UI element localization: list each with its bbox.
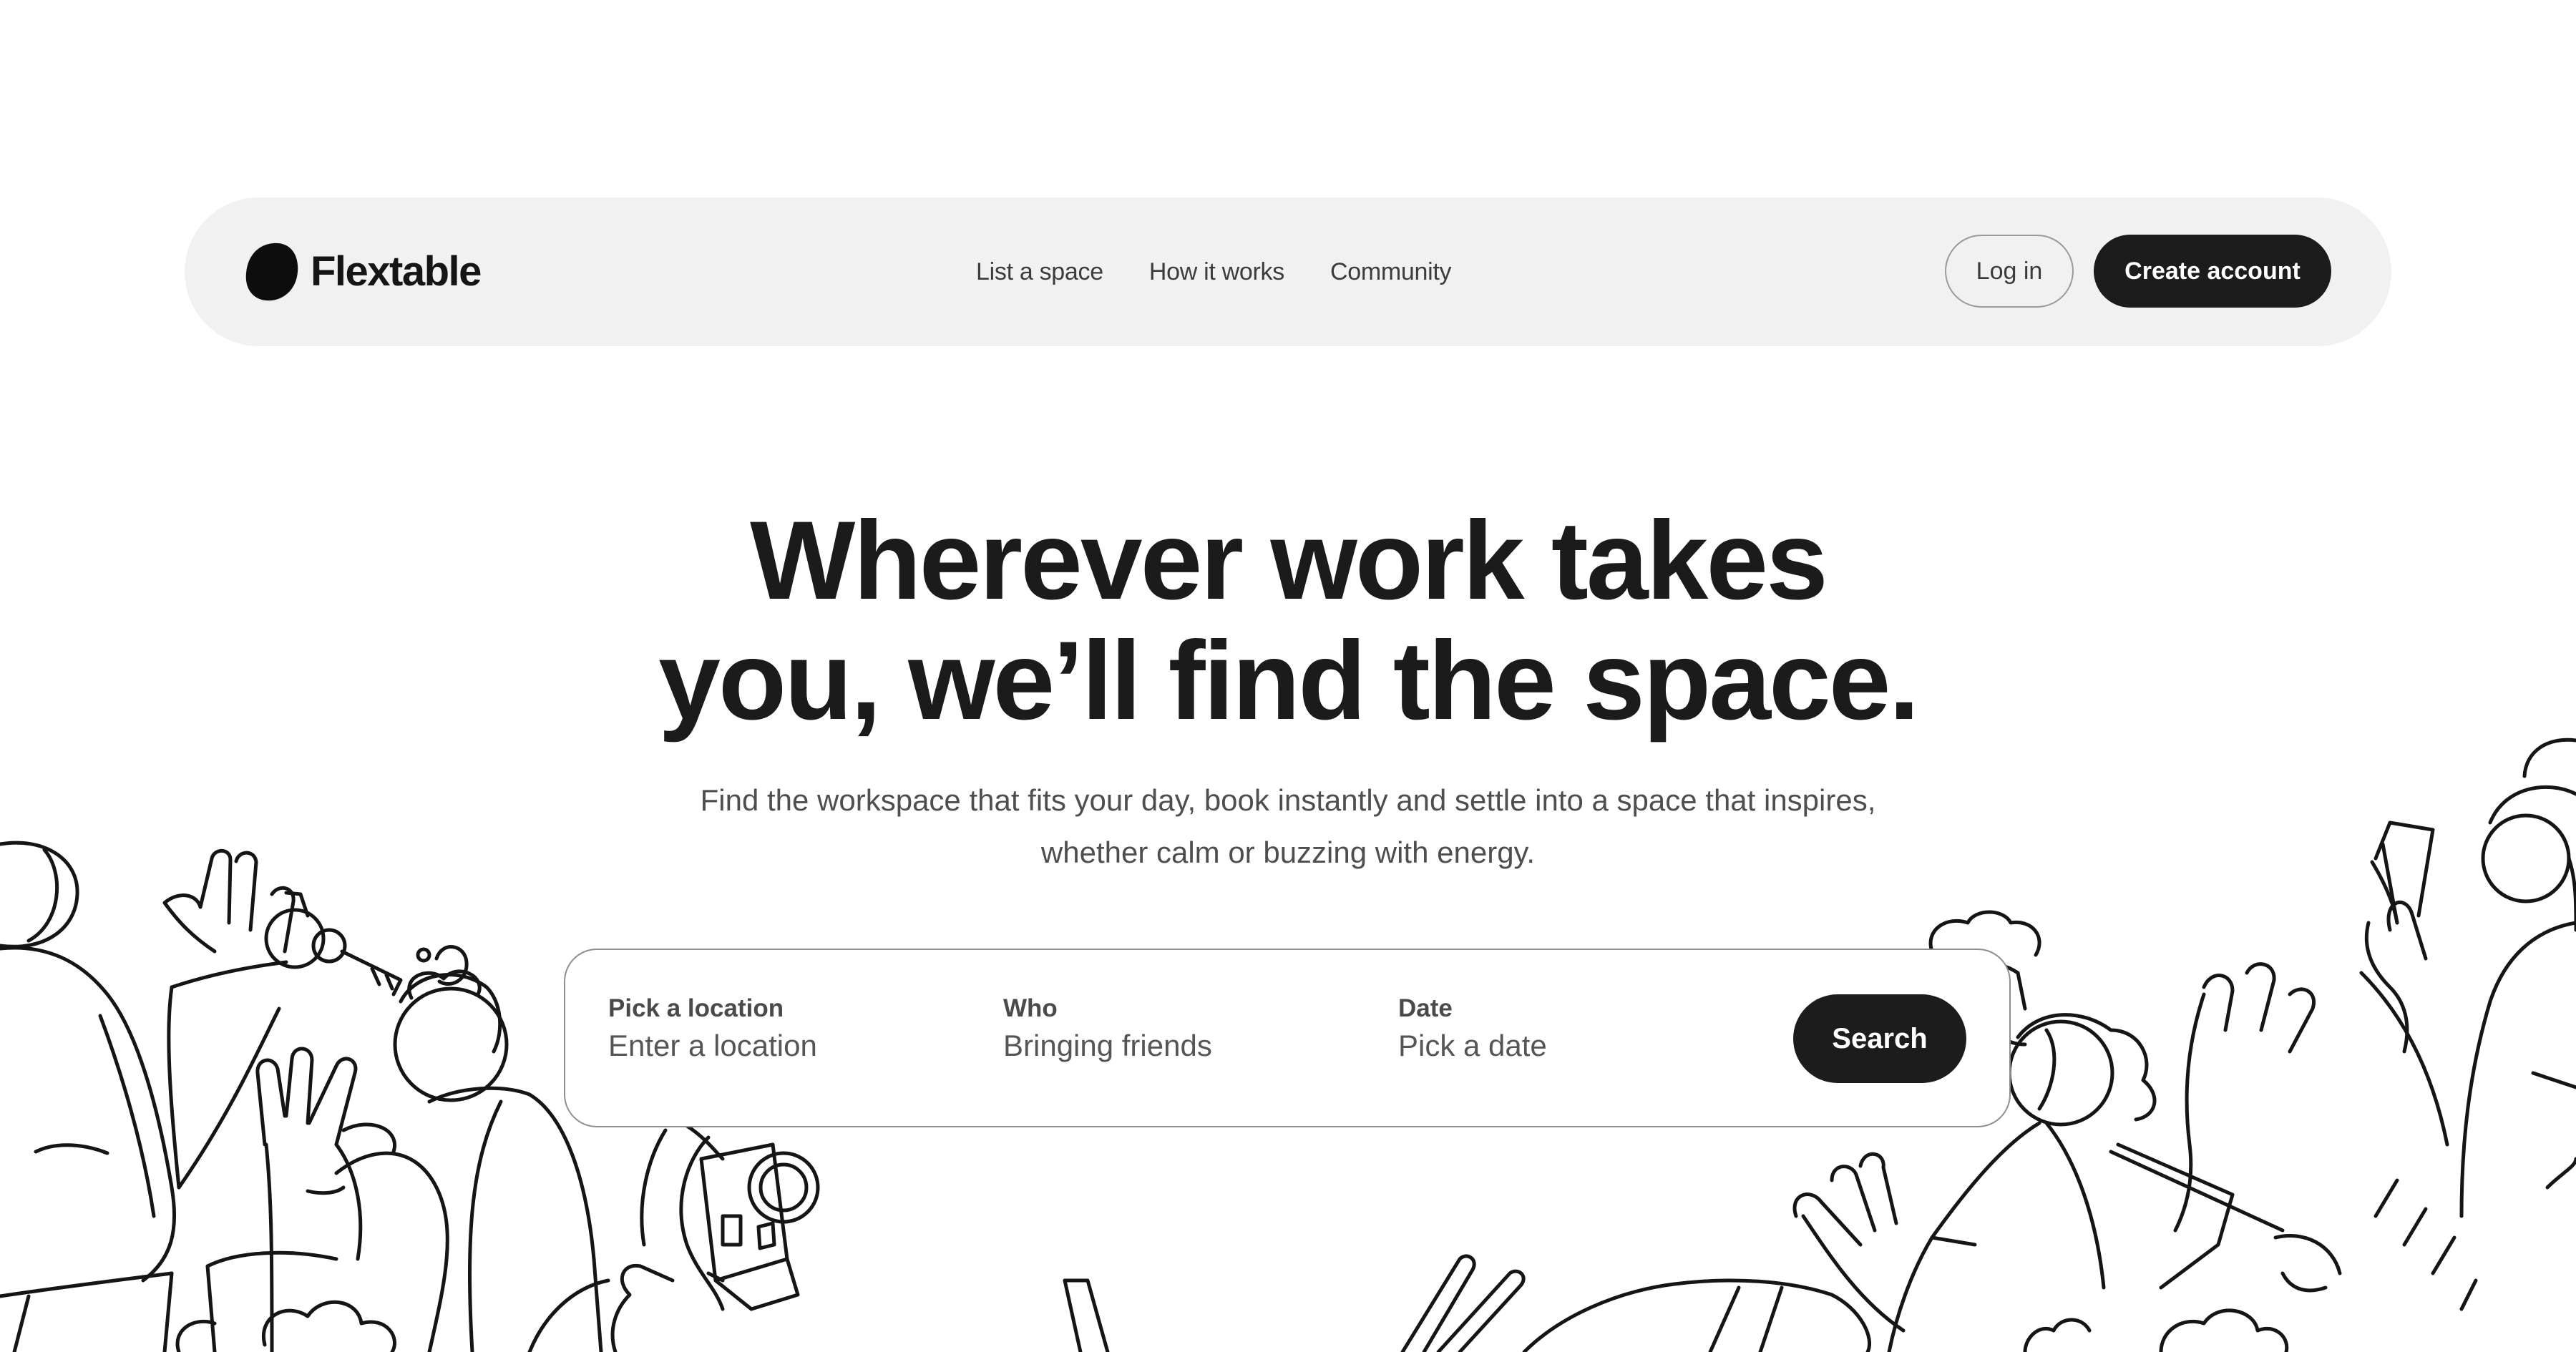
brand-name: Flextable bbox=[311, 248, 482, 295]
hero-subtitle: Find the workspace that fits your day, b… bbox=[0, 774, 2576, 878]
login-button[interactable]: Log in bbox=[1945, 235, 2074, 308]
hero-subtitle-line-1: Find the workspace that fits your day, b… bbox=[700, 783, 1876, 817]
location-input[interactable] bbox=[608, 1029, 937, 1063]
date-label: Date bbox=[1398, 994, 1453, 1022]
create-account-button[interactable]: Create account bbox=[2094, 235, 2331, 308]
location-label: Pick a location bbox=[608, 994, 784, 1022]
nav-link-community[interactable]: Community bbox=[1330, 258, 1452, 286]
search-bar: Pick a location Who Date Search bbox=[564, 949, 2011, 1127]
hero-title-line-2: you, we’ll find the space. bbox=[658, 619, 1920, 743]
location-field: Pick a location bbox=[608, 994, 952, 1063]
who-label: Who bbox=[1003, 994, 1058, 1022]
date-input[interactable] bbox=[1398, 1029, 1727, 1063]
who-field: Who bbox=[1003, 994, 1347, 1063]
hero-title-line-1: Wherever work takes bbox=[750, 499, 1828, 623]
primary-nav: List a space How it works Community bbox=[976, 197, 1451, 346]
date-field: Date bbox=[1398, 994, 1742, 1063]
nav-link-how-it-works[interactable]: How it works bbox=[1149, 258, 1284, 286]
brand-logo[interactable]: Flextable bbox=[245, 242, 482, 302]
search-button[interactable]: Search bbox=[1793, 994, 1966, 1083]
flextable-blob-logo-icon bbox=[245, 243, 298, 301]
top-navbar: Flextable List a space How it works Comm… bbox=[185, 197, 2391, 346]
hero-subtitle-line-2: whether calm or buzzing with energy. bbox=[1040, 836, 1536, 869]
landing-page: Flextable List a space How it works Comm… bbox=[0, 0, 2576, 1352]
hero-title: Wherever work takes you, we’ll find the … bbox=[0, 501, 2576, 741]
who-input[interactable] bbox=[1003, 1029, 1332, 1063]
nav-link-list-a-space[interactable]: List a space bbox=[976, 258, 1103, 286]
